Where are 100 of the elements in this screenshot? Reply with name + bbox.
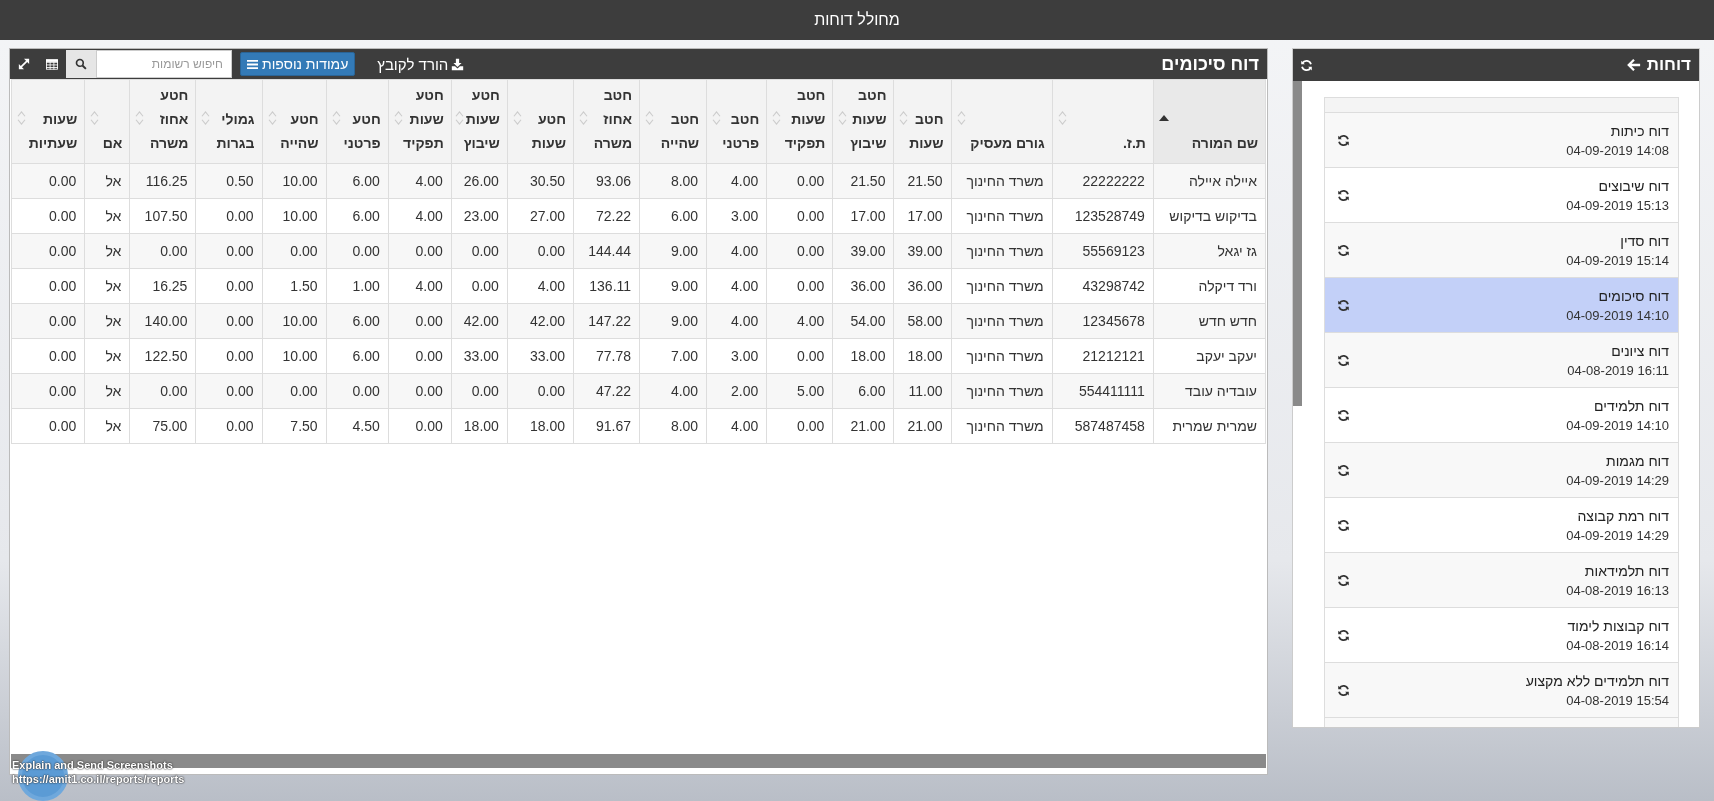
table-cell: 39.00	[893, 233, 951, 269]
sort-ascending-icon[interactable]	[1158, 114, 1169, 121]
refresh-icon[interactable]	[1337, 518, 1350, 532]
table-cell: 6.00	[832, 373, 894, 409]
search-field[interactable]: חיפוש רשומות	[96, 50, 232, 78]
table-cell: 0.00	[388, 303, 452, 339]
table-cell: 10.00	[262, 163, 327, 199]
refresh-icon[interactable]	[1337, 188, 1350, 202]
table-cell: 0.00	[195, 373, 262, 409]
sort-icon[interactable]	[899, 110, 909, 125]
sort-icon[interactable]	[772, 110, 782, 125]
table-cell: משרד החינוך	[951, 303, 1053, 339]
table-cell: 6.00	[639, 198, 707, 234]
column-header[interactable]: חטע שעות	[507, 79, 574, 164]
column-header[interactable]: חטע פרטני	[326, 79, 389, 164]
table-cell: 27.00	[507, 198, 574, 234]
table-cell: 0.00	[388, 233, 452, 269]
table-cell: משרד החינוך	[951, 163, 1053, 199]
table-cell: משרד החינוך	[951, 338, 1053, 374]
refresh-icon[interactable]	[1337, 298, 1350, 312]
column-header[interactable]: חטב שעות שיבוץ	[832, 79, 894, 164]
table-cell: 0.00	[766, 163, 833, 199]
table-cell: 21.00	[832, 408, 894, 444]
table-cell: 33.00	[451, 338, 508, 374]
refresh-icon[interactable]	[1337, 628, 1350, 642]
table-cell: 9.00	[639, 303, 707, 339]
column-header[interactable]: חטב שעות תפקיד	[766, 79, 833, 164]
table-cell: 0.00	[766, 233, 833, 269]
table-cell: 0.00	[766, 338, 833, 374]
table-cell: 10.00	[262, 303, 327, 339]
sort-icon[interactable]	[454, 110, 464, 125]
column-header[interactable]: חטע שהייה	[262, 79, 327, 164]
sort-icon[interactable]	[135, 110, 145, 125]
column-header[interactable]: שעות שעתיות	[11, 79, 85, 164]
refresh-icon[interactable]	[1337, 408, 1350, 422]
column-header[interactable]: אם	[84, 79, 130, 164]
table-cell: גז יגאל	[1153, 233, 1266, 269]
column-header[interactable]: חטב אחוז משרה	[573, 79, 640, 164]
table-cell: 26.00	[451, 163, 508, 199]
refresh-icon[interactable]	[1337, 683, 1350, 697]
column-header[interactable]: חטב שעות	[893, 79, 951, 164]
column-header[interactable]: גורם מעסיק	[951, 79, 1053, 164]
report-name: דוח מגמות	[1606, 452, 1669, 469]
column-header[interactable]: ת.ז.	[1052, 79, 1154, 164]
sort-icon[interactable]	[838, 110, 848, 125]
sort-icon[interactable]	[17, 110, 26, 125]
table-cell: 0.00	[11, 338, 85, 374]
report-name: דוח ציונים	[1611, 342, 1669, 359]
table-cell: 136.11	[573, 268, 640, 304]
table-cell: אל	[84, 408, 130, 444]
table-cell: שמרית שמרית	[1153, 408, 1266, 444]
table-cell: 3.00	[706, 198, 767, 234]
sort-icon[interactable]	[393, 110, 403, 125]
column-header[interactable]: חטע שעות תפקיד	[388, 79, 452, 164]
table-cell: 4.00	[507, 268, 574, 304]
column-header[interactable]: חטב פרטני	[706, 79, 767, 164]
column-header[interactable]: גמולי בגרות	[195, 79, 262, 164]
column-header[interactable]: חטב שהייה	[639, 79, 707, 164]
sort-icon[interactable]	[331, 110, 341, 125]
column-header[interactable]: שם המורה	[1153, 79, 1266, 164]
back-arrow-icon[interactable]	[1626, 58, 1641, 72]
refresh-icon[interactable]	[1337, 133, 1350, 147]
report-name: דוח שיבוצים	[1598, 177, 1669, 194]
sort-icon[interactable]	[90, 110, 100, 125]
table-cell: 4.00	[706, 233, 767, 269]
refresh-icon[interactable]	[1337, 353, 1350, 367]
report-date: 14:10 04-09-2019	[1566, 307, 1669, 323]
sort-icon[interactable]	[201, 110, 211, 125]
refresh-icon[interactable]	[1337, 573, 1350, 587]
more-columns-button[interactable]: עמודות נוספות	[240, 52, 356, 76]
table-cell: 6.00	[326, 303, 389, 339]
sort-icon[interactable]	[267, 110, 277, 125]
column-header[interactable]: חטע שעות שיבוץ	[451, 79, 508, 164]
refresh-icon[interactable]	[1337, 463, 1350, 477]
refresh-icon[interactable]	[1337, 243, 1350, 257]
table-cell: איילה איילה	[1153, 163, 1266, 199]
scrollbar[interactable]	[1293, 81, 1302, 406]
table-cell: 0.00	[195, 198, 262, 234]
table-cell: 0.00	[507, 233, 574, 269]
table-cell: 4.00	[706, 408, 767, 444]
download-link[interactable]: הורד לקובץ	[355, 55, 473, 73]
table-cell: 47.22	[573, 373, 640, 409]
sort-icon[interactable]	[578, 110, 588, 125]
sort-icon[interactable]	[712, 110, 722, 125]
table-cell: 0.00	[195, 408, 262, 444]
table-cell: 0.00	[451, 373, 508, 409]
sort-icon[interactable]	[512, 110, 522, 125]
table-cell: 0.00	[388, 338, 452, 374]
table-cell: 9.00	[639, 268, 707, 304]
column-header[interactable]: חטע אחוז משרה	[129, 79, 196, 164]
table-cell: אל	[84, 198, 130, 234]
search-button[interactable]	[66, 50, 96, 78]
table-cell: 17.00	[832, 198, 894, 234]
table-cell: 9.00	[639, 233, 707, 269]
sort-icon[interactable]	[1057, 110, 1067, 125]
table-cell: ורד דיקלה	[1153, 268, 1266, 304]
report-name: דוח כיתות	[1610, 122, 1669, 139]
sort-icon[interactable]	[645, 110, 655, 125]
sort-icon[interactable]	[956, 110, 966, 125]
table-cell: 116.25	[129, 163, 196, 199]
